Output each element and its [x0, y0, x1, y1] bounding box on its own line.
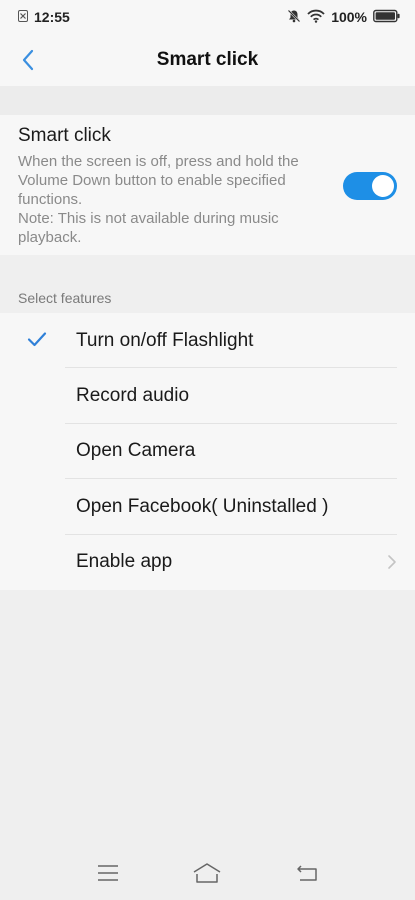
notification-icon: [18, 9, 28, 25]
toggle-knob: [372, 175, 394, 197]
smart-click-toggle[interactable]: [343, 172, 397, 200]
feature-item-enable-app[interactable]: Enable app: [0, 535, 415, 590]
feature-item-record-audio[interactable]: Record audio: [0, 368, 415, 424]
chevron-left-icon: [22, 49, 34, 71]
feature-item-flashlight[interactable]: Turn on/off Flashlight: [0, 313, 415, 369]
smart-click-title: Smart click: [18, 125, 111, 146]
app-header: Smart click: [0, 34, 415, 86]
feature-label: Open Facebook( Uninstalled ): [76, 495, 329, 517]
section-label-select-features: Select features: [18, 290, 112, 306]
feature-item-open-facebook[interactable]: Open Facebook( Uninstalled ): [0, 479, 415, 535]
battery-percent: 100%: [331, 9, 367, 25]
status-left: 12:55: [18, 9, 70, 25]
wifi-icon: [307, 9, 325, 26]
feature-item-open-camera[interactable]: Open Camera: [0, 424, 415, 480]
section-spacer: [0, 86, 415, 115]
mute-icon: [287, 9, 301, 26]
features-list: Turn on/off Flashlight Record audio Open…: [0, 313, 415, 590]
navigation-bar: [0, 850, 415, 900]
status-time: 12:55: [34, 9, 70, 25]
feature-label: Turn on/off Flashlight: [76, 329, 254, 351]
smart-click-note: Note: This is not available during music…: [18, 210, 279, 246]
smart-click-description-text: When the screen is off, press and hold t…: [18, 153, 299, 208]
feature-label: Open Camera: [76, 440, 196, 462]
battery-icon: [373, 9, 401, 26]
feature-label: Record audio: [76, 385, 190, 407]
status-bar: 12:55 100%: [0, 0, 415, 34]
status-right: 100%: [287, 9, 401, 26]
menu-icon[interactable]: [97, 864, 119, 887]
chevron-right-icon: [387, 554, 397, 575]
smart-click-description: When the screen is off, press and hold t…: [18, 152, 323, 247]
back-nav-icon[interactable]: [296, 864, 318, 887]
feature-label: Enable app: [76, 551, 173, 573]
home-icon[interactable]: [192, 862, 222, 889]
page-title: Smart click: [156, 49, 259, 70]
back-button[interactable]: [14, 46, 42, 74]
smart-click-card: Smart click When the screen is off, pres…: [0, 115, 415, 255]
checkmark-icon: [27, 331, 47, 352]
